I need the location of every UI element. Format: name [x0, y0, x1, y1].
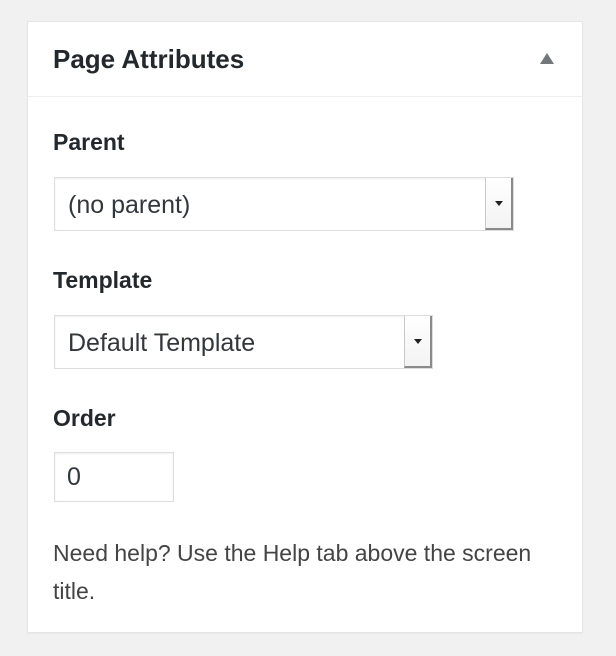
template-select-value: Default Template [68, 329, 256, 357]
chevron-down-icon [414, 339, 422, 344]
chevron-down-icon [495, 201, 503, 206]
collapse-toggle-icon[interactable] [538, 50, 556, 68]
metabox-header[interactable]: Page Attributes [28, 22, 582, 97]
order-label: Order [53, 405, 116, 431]
order-input[interactable] [54, 452, 174, 502]
parent-dropdown-arrow[interactable] [485, 178, 513, 230]
template-dropdown-arrow[interactable] [404, 316, 432, 368]
metabox-title: Page Attributes [53, 44, 245, 74]
help-text: Need help? Use the Help tab above the sc… [53, 540, 532, 604]
parent-select-value: (no parent) [68, 191, 191, 219]
parent-label: Parent [53, 129, 125, 155]
parent-select[interactable]: (no parent) [54, 177, 514, 231]
template-select[interactable]: Default Template [54, 315, 433, 369]
template-label: Template [53, 267, 153, 293]
page-attributes-metabox: Page Attributes Parent (no parent) Templ… [27, 21, 583, 633]
